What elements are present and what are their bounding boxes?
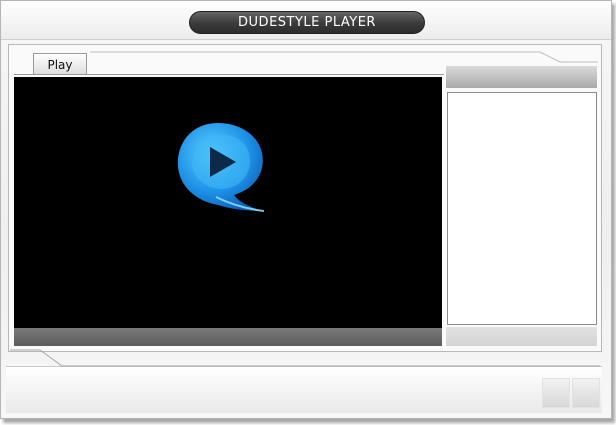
- panel-bevel-lines: [10, 51, 600, 367]
